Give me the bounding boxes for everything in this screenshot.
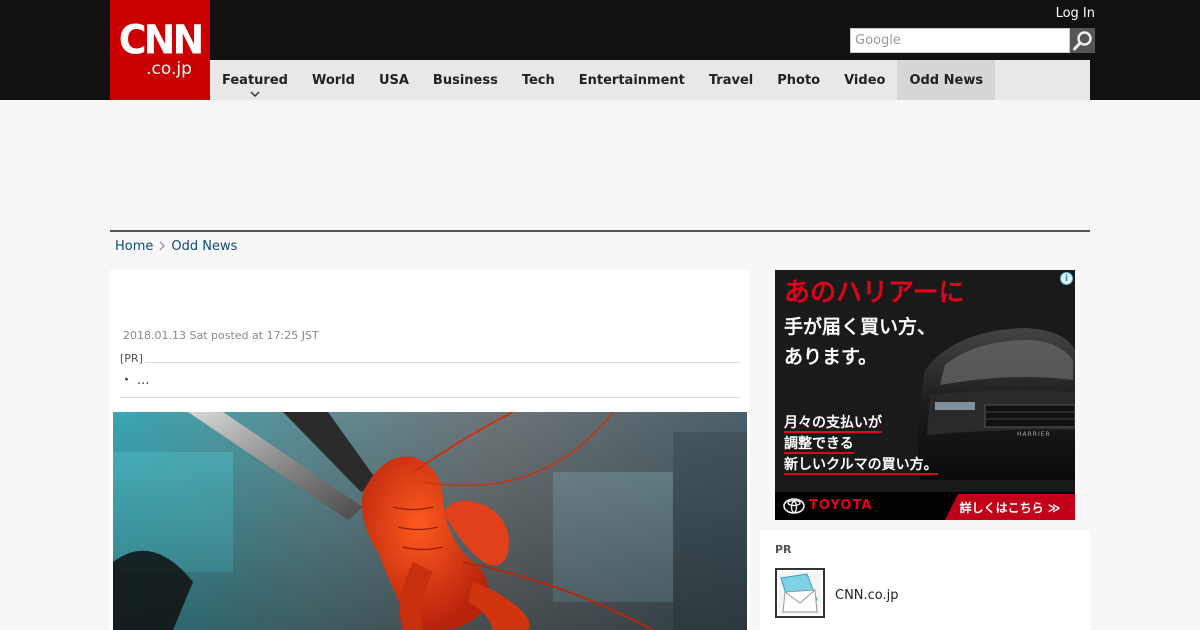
logo-main-text: CNN <box>118 16 204 64</box>
chevron-down-icon <box>250 91 260 97</box>
search-icon <box>1072 30 1092 50</box>
nav-item-world[interactable]: World <box>300 60 367 100</box>
nav-item-usa[interactable]: USA <box>367 60 421 100</box>
pr-widget-title[interactable]: CNN.co.jp <box>835 588 899 603</box>
pr-widget-thumbnail[interactable] <box>775 568 825 618</box>
chevron-right-icon <box>159 241 166 251</box>
ad-body: 月々の支払いが 調整できる 新しいクルマの買い方。 <box>784 413 944 476</box>
pr-item: ・... <box>120 373 740 389</box>
nav-item-label: Entertainment <box>578 72 685 88</box>
ad-brand: TOYOTA <box>809 498 873 513</box>
nav-item-label: Photo <box>777 72 821 88</box>
pr-box: [PR] ・... <box>120 352 740 398</box>
cnn-logo[interactable]: CNN .co.jp <box>110 0 210 100</box>
ad-line-1: 月々の支払いが <box>784 415 882 433</box>
envelope-icon <box>779 572 821 614</box>
nav-item-label: Odd News <box>909 72 984 88</box>
article-card: 2018.01.13 Sat posted at 17:25 JST [PR] … <box>110 270 750 630</box>
nav-item-label: Tech <box>521 72 555 88</box>
nav-item-odd-news[interactable]: Odd News <box>897 60 996 100</box>
pr-bullet: ・ <box>120 373 134 388</box>
nav-item-video[interactable]: Video <box>832 60 897 100</box>
car-badge: HARRIER <box>1017 431 1051 438</box>
search-button[interactable] <box>1070 28 1095 53</box>
nav-item-label: Business <box>432 72 498 88</box>
nav-item-entertainment[interactable]: Entertainment <box>567 60 697 100</box>
ad-cta-button[interactable]: 詳しくはこちら ≫ <box>945 494 1075 520</box>
pr-label-text: [PR] <box>120 352 145 365</box>
breadcrumb-home[interactable]: Home <box>115 239 153 254</box>
side-ad-toyota[interactable]: あのハリアーに 手が届く買い方、あります。 月々の支払いが 調整できる 新しいク… <box>775 270 1075 520</box>
nav-item-label: World <box>311 72 355 88</box>
nav-item-featured[interactable]: Featured <box>210 60 300 100</box>
header-divider <box>110 230 1090 232</box>
top-ad-space <box>110 100 1090 230</box>
pr-widget-label: PR <box>775 543 792 556</box>
nav-item-photo[interactable]: Photo <box>765 60 832 100</box>
search-input[interactable] <box>850 28 1070 53</box>
ad-line-2: 調整できる <box>784 436 854 454</box>
article-photo <box>113 412 747 630</box>
toyota-logo-icon <box>783 498 805 514</box>
nav-item-tech[interactable]: Tech <box>510 60 567 100</box>
nav-item-business[interactable]: Business <box>421 60 510 100</box>
nav-item-label: Featured <box>222 72 288 88</box>
ad-footer: TOYOTA 詳しくはこちら ≫ <box>775 492 1075 520</box>
pr-link[interactable]: ... <box>137 373 149 388</box>
ad-info-icon[interactable]: i <box>1060 272 1073 285</box>
nav-item-label: Video <box>844 72 886 88</box>
ad-headline: あのハリアーに <box>784 278 965 308</box>
ad-subhead: 手が届く買い方、あります。 <box>784 316 937 368</box>
main-nav: Featured World USA Business Tech Enterta… <box>210 60 1090 100</box>
pr-widget: PR CNN.co.jp <box>760 530 1090 630</box>
breadcrumb: Home Odd News <box>115 238 237 254</box>
ad-line-3: 新しいクルマの買い方。 <box>784 457 938 475</box>
posted-timestamp: 2018.01.13 Sat posted at 17:25 JST <box>123 329 319 342</box>
breadcrumb-current[interactable]: Odd News <box>171 239 237 254</box>
nav-item-label: Travel <box>708 72 754 88</box>
nav-item-travel[interactable]: Travel <box>697 60 765 100</box>
nav-item-label: USA <box>378 72 409 88</box>
login-link[interactable]: Log In <box>1048 6 1095 21</box>
pr-divider-bottom <box>120 397 740 398</box>
pr-divider-top <box>120 362 740 363</box>
